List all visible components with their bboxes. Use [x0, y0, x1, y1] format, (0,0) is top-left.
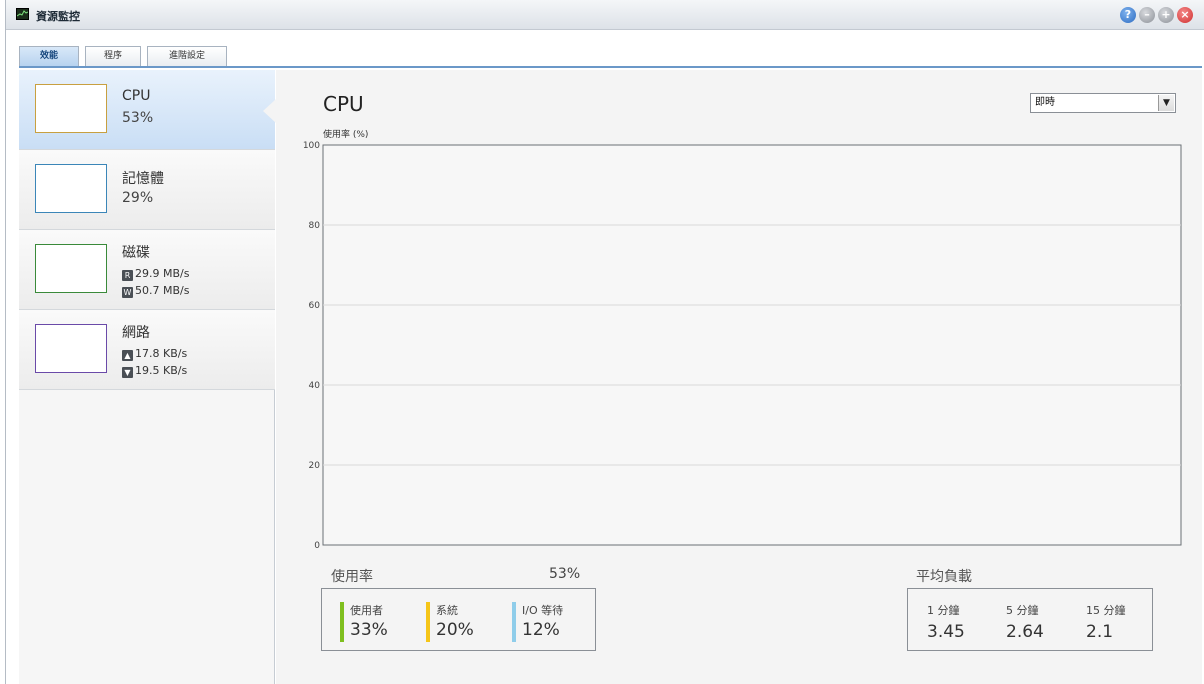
chart-y-tick-label: 80 — [309, 221, 321, 231]
chart-y-tick-label: 40 — [309, 381, 321, 391]
disk-write-rate: W 50.7 MB/s — [122, 284, 189, 298]
selection-pointer — [263, 99, 276, 123]
usage-user-label: 使用者 — [350, 604, 383, 617]
arrow-down-icon: ▼ — [122, 367, 133, 378]
io-wait-color-bar — [512, 602, 516, 642]
arrow-up-icon: ▲ — [122, 350, 133, 361]
system-color-bar — [426, 602, 430, 642]
disk-read-value: 29.9 MB/s — [135, 267, 190, 280]
chart-y-tick-label: 100 — [303, 141, 320, 151]
load-15min-label: 15 分鐘 — [1086, 604, 1126, 617]
app-monitor-icon — [16, 8, 29, 20]
time-range-select[interactable]: 即時 ▼ — [1030, 93, 1176, 113]
load-1min-value: 3.45 — [927, 622, 965, 642]
tab-divider — [19, 66, 1202, 68]
usage-user-value: 33% — [350, 620, 388, 640]
usage-io-wait-label: I/O 等待 — [522, 604, 564, 617]
resource-sidebar: CPU 53% 記憶體 29% 磁碟 R 29.9 MB/s W 50.7 MB/s… — [19, 70, 275, 684]
sidebar-item-disk[interactable]: 磁碟 R 29.9 MB/s W 50.7 MB/s — [19, 230, 275, 310]
disk-write-value: 50.7 MB/s — [135, 284, 190, 297]
chart-y-axis-label: 使用率 (%) — [323, 128, 368, 140]
chevron-down-icon[interactable]: ▼ — [1158, 95, 1174, 111]
page-title: CPU — [323, 92, 364, 116]
network-up-value: 17.8 KB/s — [135, 347, 188, 360]
load-1min: 1 分鐘 3.45 — [927, 602, 965, 642]
load-15min-value: 2.1 — [1086, 622, 1114, 642]
maximize-icon[interactable]: + — [1158, 7, 1174, 23]
load-average-box: 1 分鐘 3.45 5 分鐘 2.64 15 分鐘 2.1 — [907, 588, 1153, 651]
usage-io-wait-value: 12% — [522, 620, 560, 640]
window-title: 資源監控 — [36, 10, 80, 23]
load-average-label: 平均負載 — [916, 569, 972, 585]
tab-processes[interactable]: 程序 — [85, 46, 141, 66]
chart-y-tick-label: 0 — [314, 541, 320, 551]
network-upload-rate: ▲ 17.8 KB/s — [122, 347, 187, 361]
chart-y-ticks: 0 20 40 60 80 100 — [303, 141, 320, 551]
usage-breakdown-box: 使用者 33% 系統 20% I/O 等待 12% — [321, 588, 596, 651]
time-range-value: 即時 — [1035, 97, 1055, 108]
memory-usage-value: 29% — [122, 190, 154, 206]
chart-y-tick-label: 20 — [309, 461, 321, 471]
network-down-value: 19.5 KB/s — [135, 364, 188, 377]
sidebar-item-cpu[interactable]: CPU 53% — [19, 70, 275, 150]
sidebar-item-label: CPU — [122, 88, 151, 104]
tab-performance[interactable]: 效能 — [19, 46, 79, 66]
cpu-usage-chart: 使用率 (%) 0 20 40 60 80 100 — [303, 128, 1182, 551]
user-color-bar — [340, 602, 344, 642]
load-5min-label: 5 分鐘 — [1006, 604, 1039, 617]
load-15min: 15 分鐘 2.1 — [1086, 602, 1126, 642]
load-5min: 5 分鐘 2.64 — [1006, 602, 1044, 642]
disk-read-rate: R 29.9 MB/s — [122, 267, 189, 281]
title-bar[interactable]: 資源監控 ? – + × — [6, 0, 1204, 30]
close-icon[interactable]: × — [1177, 7, 1193, 23]
cpu-thumbnail — [35, 84, 107, 133]
usage-system-value: 20% — [436, 620, 474, 640]
cpu-usage-value: 53% — [122, 110, 154, 126]
disk-thumbnail — [35, 244, 107, 293]
network-download-rate: ▼ 19.5 KB/s — [122, 364, 187, 378]
memory-thumbnail — [35, 164, 107, 213]
write-badge-icon: W — [122, 287, 133, 298]
resource-monitor-window: 資源監控 ? – + × 效能 程序 進階設定 CPU 53% 記憶體 29% … — [5, 0, 1204, 684]
network-thumbnail — [35, 324, 107, 373]
read-badge-icon: R — [122, 270, 133, 281]
minimize-icon[interactable]: – — [1139, 7, 1155, 23]
usage-total-value: 53% — [549, 566, 581, 582]
tab-advanced-settings[interactable]: 進階設定 — [147, 46, 227, 66]
detail-panel: CPU 即時 ▼ 使用率 (%) 0 20 40 60 80 100 使用率 53% 使用… — [276, 70, 1202, 684]
load-1min-label: 1 分鐘 — [927, 604, 960, 617]
help-icon[interactable]: ? — [1120, 7, 1136, 23]
sidebar-item-label: 網路 — [122, 325, 150, 341]
chart-plot-area — [322, 144, 1182, 546]
chart-y-tick-label: 60 — [309, 301, 321, 311]
usage-label: 使用率 — [331, 569, 373, 585]
sidebar-item-label: 記憶體 — [122, 171, 164, 187]
usage-system-label: 系統 — [436, 604, 458, 617]
sidebar-item-memory[interactable]: 記憶體 29% — [19, 150, 275, 230]
load-5min-value: 2.64 — [1006, 622, 1044, 642]
sidebar-item-network[interactable]: 網路 ▲ 17.8 KB/s ▼ 19.5 KB/s — [19, 310, 275, 390]
sidebar-item-label: 磁碟 — [122, 245, 150, 261]
